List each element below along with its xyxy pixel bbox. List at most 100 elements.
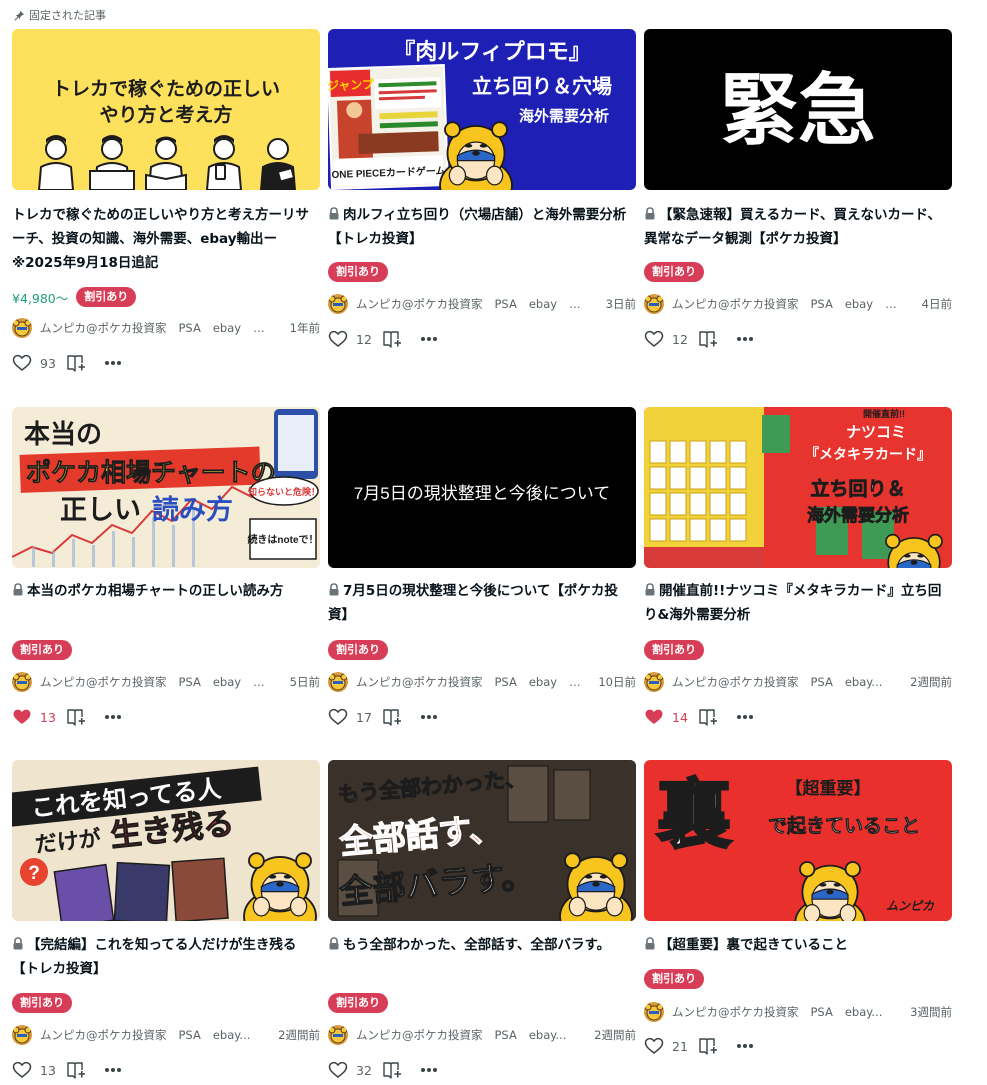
article-thumbnail[interactable]: 7月5日の現状整理と今後について xyxy=(328,407,636,568)
author-name[interactable]: ムンピカ@ポケカ投資家 xyxy=(356,674,483,690)
author-avatar[interactable] xyxy=(328,294,348,314)
article-thumbnail[interactable]: これを知ってる人 だけが 生き残る ? xyxy=(12,760,320,921)
like-heart-icon[interactable] xyxy=(644,708,664,726)
article-title[interactable]: もう全部わかった、全部話す、全部バラす。 xyxy=(328,933,636,957)
article-thumbnail[interactable]: 開催直前!! ナツコミ 『メタキラカード』 立ち回り＆ 海外需要分析 xyxy=(644,407,952,568)
like-count: 12 xyxy=(672,331,688,347)
article-title-text[interactable]: 開催直前!!ナツコミ『メタキラカード』立ち回り&海外需要分析 xyxy=(644,583,941,623)
tag-ebay[interactable]: ebay... xyxy=(529,1028,567,1042)
tag-psa[interactable]: PSA xyxy=(811,675,833,689)
article-title-text[interactable]: トレカで稼ぐための正しいやり方と考え方ーリサーチ、投資の知識、海外需要、ebay… xyxy=(12,207,309,271)
more-options-icon[interactable] xyxy=(104,714,122,720)
more-options-icon[interactable] xyxy=(420,336,438,342)
like-heart-icon[interactable] xyxy=(644,1037,664,1055)
article-thumbnail[interactable]: トレカで稼ぐための正しい やり方と考え方 xyxy=(12,29,320,190)
article-title[interactable]: 【超重要】裏で起きていること xyxy=(644,933,952,957)
tag-ebay[interactable]: ebay xyxy=(529,297,557,311)
tag-psa[interactable]: PSA xyxy=(495,1028,517,1042)
more-options-icon[interactable] xyxy=(420,714,438,720)
discount-badge: 割引あり xyxy=(644,262,704,282)
author-name[interactable]: ムンピカ@ポケカ投資家 xyxy=(356,296,483,312)
article-thumbnail[interactable]: 裏 【超重要】 で起きていること ムンピカ xyxy=(644,760,952,921)
like-heart-icon[interactable] xyxy=(12,354,32,372)
article-title-text[interactable]: 本当のポケカ相場チャートの正しい読み方 xyxy=(27,583,283,599)
article-title[interactable]: 肉ルフィ立ち回り（穴場店舗）と海外需要分析【トレカ投資】 xyxy=(328,203,636,251)
author-name[interactable]: ムンピカ@ポケカ投資家 xyxy=(356,1027,483,1043)
add-to-magazine-icon[interactable] xyxy=(382,330,402,348)
article-title[interactable]: 【緊急速報】買えるカード、買えないカード、異常なデータ観測【ポケカ投資】 xyxy=(644,203,952,251)
article-title-text[interactable]: 【超重要】裏で起きていること xyxy=(659,937,848,953)
thumbnail-text: 【超重要】 xyxy=(786,778,871,798)
more-options-icon[interactable] xyxy=(736,1043,754,1049)
add-to-magazine-icon[interactable] xyxy=(66,354,86,372)
article-title-text[interactable]: 肉ルフィ立ち回り（穴場店舗）と海外需要分析【トレカ投資】 xyxy=(328,207,626,247)
add-to-magazine-icon[interactable] xyxy=(698,708,718,726)
author-avatar[interactable] xyxy=(328,1025,348,1045)
more-options-icon[interactable] xyxy=(736,714,754,720)
article-title-text[interactable]: 【緊急速報】買えるカード、買えないカード、異常なデータ観測【ポケカ投資】 xyxy=(644,207,941,247)
more-options-icon[interactable] xyxy=(104,1067,122,1073)
more-options-icon[interactable] xyxy=(420,1067,438,1073)
tag-psa[interactable]: PSA xyxy=(495,297,517,311)
more-options-icon[interactable] xyxy=(736,336,754,342)
thumbnail-text: 海外需要分析 xyxy=(807,505,909,525)
author-avatar[interactable] xyxy=(12,318,32,338)
article-title[interactable]: 7月5日の現状整理と今後について【ポケカ投資】 xyxy=(328,579,636,627)
tag-psa[interactable]: PSA xyxy=(811,1005,833,1019)
tag-ebay[interactable]: ebay xyxy=(213,321,241,335)
tag-psa[interactable]: PSA xyxy=(495,675,517,689)
add-to-magazine-icon[interactable] xyxy=(698,330,718,348)
article-thumbnail[interactable]: 『肉ルフィプロモ』 ジャンプ ONE PIECEカードゲーム 立ち回り＆穴場 海… xyxy=(328,29,636,190)
author-name[interactable]: ムンピカ@ポケカ投資家 xyxy=(672,1004,799,1020)
author-avatar[interactable] xyxy=(644,1002,664,1022)
tag-psa[interactable]: PSA xyxy=(179,675,201,689)
tag-ebay[interactable]: ebay... xyxy=(845,1005,883,1019)
like-heart-icon[interactable] xyxy=(644,330,664,348)
author-avatar[interactable] xyxy=(644,672,664,692)
article-title[interactable]: トレカで稼ぐための正しいやり方と考え方ーリサーチ、投資の知識、海外需要、ebay… xyxy=(12,203,320,275)
author-avatar[interactable] xyxy=(644,294,664,314)
add-to-magazine-icon[interactable] xyxy=(382,1061,402,1079)
add-to-magazine-icon[interactable] xyxy=(382,708,402,726)
like-heart-icon[interactable] xyxy=(328,330,348,348)
like-heart-icon[interactable] xyxy=(12,1061,32,1079)
author-name[interactable]: ムンピカ@ポケカ投資家 xyxy=(40,1027,167,1043)
article-title[interactable]: 【完結編】これを知ってる人だけが生き残る【トレカ投資】 xyxy=(12,933,320,981)
pinned-section-label: 固定された記事 xyxy=(14,8,106,22)
like-heart-icon[interactable] xyxy=(328,1061,348,1079)
tag-ebay[interactable]: ebay xyxy=(529,675,557,689)
article-title-text[interactable]: もう全部わかった、全部話す、全部バラす。 xyxy=(343,937,610,953)
article-thumbnail[interactable]: もう全部わかった、 全部話す、 全部バラす。 xyxy=(328,760,636,921)
tag-psa[interactable]: PSA xyxy=(179,1028,201,1042)
tag-psa[interactable]: PSA xyxy=(811,297,833,311)
author-name[interactable]: ムンピカ@ポケカ投資家 xyxy=(672,674,799,690)
discount-badge: 割引あり xyxy=(12,640,72,660)
tag-ebay[interactable]: ebay... xyxy=(845,675,883,689)
article-meta: ムンピカ@ポケカ投資家 PSA ebay … 4日前 xyxy=(644,294,952,314)
add-to-magazine-icon[interactable] xyxy=(66,708,86,726)
tag-ebay[interactable]: ebay... xyxy=(213,1028,251,1042)
article-title-text[interactable]: 7月5日の現状整理と今後について【ポケカ投資】 xyxy=(328,583,618,623)
tag-ebay[interactable]: ebay xyxy=(845,297,873,311)
article-title-text[interactable]: 【完結編】これを知ってる人だけが生き残る【トレカ投資】 xyxy=(12,937,296,977)
add-to-magazine-icon[interactable] xyxy=(698,1037,718,1055)
author-name[interactable]: ムンピカ@ポケカ投資家 xyxy=(40,674,167,690)
author-name[interactable]: ムンピカ@ポケカ投資家 xyxy=(40,320,167,336)
tag-psa[interactable]: PSA xyxy=(179,321,201,335)
published-time: 2週間前 xyxy=(910,675,952,689)
author-avatar[interactable] xyxy=(328,672,348,692)
like-count: 13 xyxy=(40,709,56,725)
like-heart-icon[interactable] xyxy=(12,708,32,726)
article-title[interactable]: 開催直前!!ナツコミ『メタキラカード』立ち回り&海外需要分析 xyxy=(644,579,952,627)
more-options-icon[interactable] xyxy=(104,360,122,366)
like-heart-icon[interactable] xyxy=(328,708,348,726)
article-thumbnail[interactable]: 緊急 xyxy=(644,29,952,190)
tag-ebay[interactable]: ebay xyxy=(213,675,241,689)
article-title[interactable]: 本当のポケカ相場チャートの正しい読み方 xyxy=(12,579,320,603)
author-avatar[interactable] xyxy=(12,672,32,692)
add-to-magazine-icon[interactable] xyxy=(66,1061,86,1079)
author-name[interactable]: ムンピカ@ポケカ投資家 xyxy=(672,296,799,312)
author-avatar[interactable] xyxy=(12,1025,32,1045)
tags-ellipsis: … xyxy=(569,675,581,689)
article-thumbnail[interactable]: 本当の ポケカ相場チャートの 正しい 読み方 知らないと危険！ 続きはnoteで… xyxy=(12,407,320,568)
